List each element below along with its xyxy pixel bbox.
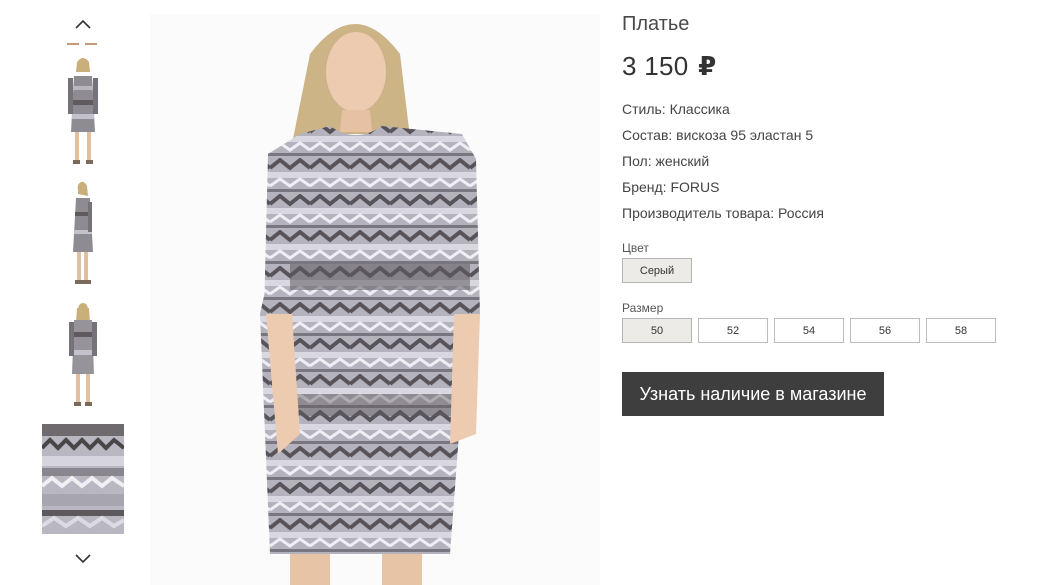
main-product-image	[150, 14, 600, 585]
thumbnail-gallery	[40, 0, 126, 585]
thumbnail-side[interactable]	[40, 178, 126, 290]
size-option-58[interactable]: 58	[926, 318, 996, 343]
color-section-label: Цвет	[622, 241, 649, 255]
thumbnail-fabric[interactable]	[42, 424, 124, 534]
size-section-label: Размер	[622, 301, 664, 315]
thumbnail-fabric-image	[42, 424, 124, 534]
dress-model-illustration	[260, 24, 480, 585]
size-option-56[interactable]: 56	[850, 318, 920, 343]
thumbnail-back[interactable]	[40, 300, 126, 412]
size-option-52[interactable]: 52	[698, 318, 768, 343]
attribute-gender: Пол: женский	[622, 153, 710, 169]
attribute-manufacturer: Производитель товара: Россия	[622, 205, 824, 221]
attribute-brand: Бренд: FORUS	[622, 179, 720, 195]
thumbnail-front[interactable]	[40, 56, 126, 168]
currency-symbol: ₽	[698, 51, 717, 81]
chevron-up-icon	[75, 19, 91, 29]
thumbnail-side-image	[73, 181, 93, 284]
product-title: Платье	[622, 13, 690, 35]
color-option-grey[interactable]: Серый	[622, 258, 692, 283]
attribute-composition: Состав: вискоза 95 эластан 5	[622, 127, 814, 143]
size-option-50[interactable]: 50	[622, 318, 692, 343]
gallery-next-button[interactable]	[68, 547, 98, 571]
gallery-prev-button[interactable]	[68, 12, 98, 36]
check-availability-button[interactable]: Узнать наличие в магазине	[622, 372, 884, 416]
size-option-54[interactable]: 54	[774, 318, 844, 343]
active-thumbnail-indicator	[67, 43, 97, 45]
thumbnail-front-image	[68, 58, 98, 164]
product-price: 3 150 ₽	[622, 51, 717, 82]
chevron-down-icon	[75, 554, 91, 564]
price-value: 3 150	[622, 51, 689, 81]
thumbnail-back-image	[69, 303, 97, 406]
attribute-style: Стиль: Классика	[622, 101, 730, 117]
